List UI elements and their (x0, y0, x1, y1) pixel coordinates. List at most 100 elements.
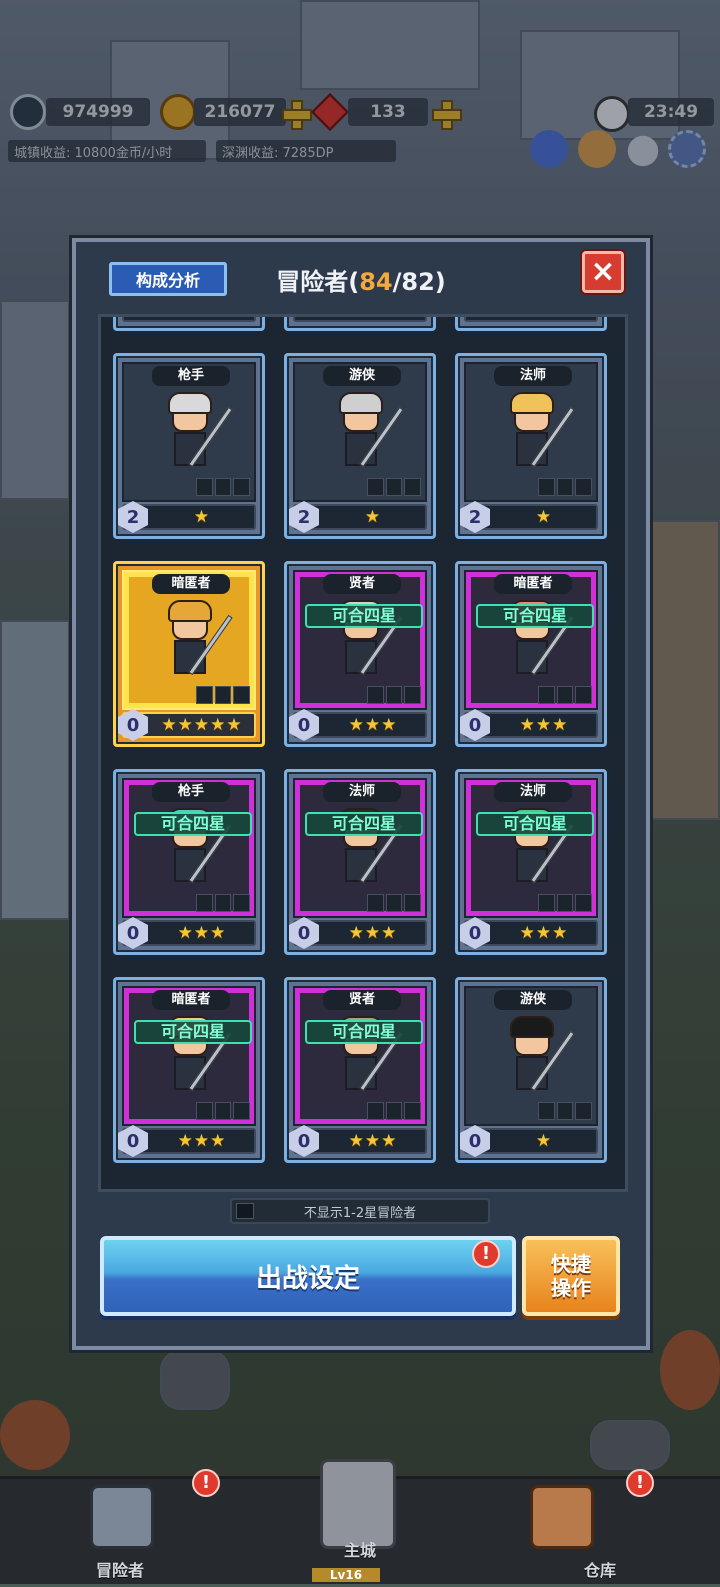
class-label: 法师 (494, 366, 572, 386)
portrait-frame: 法师 (464, 362, 598, 502)
panel-title: 冒险者(84/82) (76, 262, 646, 297)
checkbox[interactable] (236, 1203, 254, 1219)
close-button[interactable]: × (582, 251, 624, 293)
boots-slot-icon (404, 478, 422, 496)
card-footer: 2 ★ (460, 501, 598, 533)
weapon-slot-icon (538, 1102, 555, 1120)
adventurer-card[interactable]: 贤者 可合四星 0 ★★★ (284, 561, 436, 747)
equipment-slots (196, 894, 251, 912)
portrait-frame: 暗匿者 可合四星 (122, 986, 256, 1126)
warehouse-icon (530, 1485, 594, 1549)
adventurer-grid[interactable]: 枪手 2 ★ 游侠 2 ★ 法师 2 ★ 暗匿者 0 ★★★★★ 贤者 可合四星 0 ★★★ 暗匿者 可合四星 0 ★… (98, 314, 628, 1192)
level-badge: 0 (460, 1125, 490, 1157)
level-badge: 0 (118, 917, 148, 949)
alert-icon: ! (626, 1469, 654, 1497)
boots-slot-icon (233, 478, 251, 496)
card-footer: 2 ★ (289, 501, 427, 533)
weapon-slot-icon (196, 894, 213, 912)
boots-slot-icon (575, 1102, 593, 1120)
adventurer-panel: 构成分析 冒险者(84/82) × 枪手 2 ★ 游侠 2 ★ 法师 2 ★ 暗匿者 0 ★★★★★ 贤… (72, 238, 650, 1350)
quick-label-line2: 操作 (551, 1276, 591, 1300)
adventurer-card[interactable]: 暗匿者 0 ★★★★★ (113, 561, 265, 747)
adventurer-sprite (504, 1016, 575, 1102)
adventurer-card[interactable]: 暗匿者 可合四星 0 ★★★ (113, 977, 265, 1163)
boots-slot-icon (575, 894, 593, 912)
star-rating: ★★★ (519, 715, 569, 735)
level-badge: 0 (289, 709, 319, 741)
merge-badge: 可合四星 (476, 604, 594, 628)
star-rating: ★★★ (519, 923, 569, 943)
adventurer-card[interactable]: 贤者 可合四星 0 ★★★ (284, 977, 436, 1163)
adventurer-card-partial[interactable] (284, 317, 436, 331)
level-badge: 2 (118, 501, 148, 533)
class-label: 游侠 (494, 990, 572, 1010)
merge-badge: 可合四星 (305, 812, 423, 836)
card-footer: 0 ★★★ (289, 709, 427, 741)
armor-slot-icon (214, 478, 232, 496)
adventurer-card-partial[interactable] (113, 317, 265, 331)
knight-helmet-icon (90, 1485, 154, 1549)
armor-slot-icon (214, 894, 232, 912)
weapon-slot-icon (367, 478, 384, 496)
boots-slot-icon (575, 478, 593, 496)
portrait-frame: 游侠 (293, 362, 427, 502)
armor-slot-icon (556, 686, 574, 704)
adventurer-card[interactable]: 游侠 2 ★ (284, 353, 436, 539)
card-footer: 0 ★★★ (289, 917, 427, 949)
level-badge: 0 (289, 1125, 319, 1157)
adventurer-card[interactable]: 法师可合四星 0 ★★★ (284, 769, 436, 955)
level-badge: 2 (460, 501, 490, 533)
merge-badge: 可合四星 (134, 1020, 252, 1044)
portrait-frame: 暗匿者 可合四星 (464, 570, 598, 710)
level-badge: 0 (118, 1125, 148, 1157)
sprite-hair (510, 392, 554, 414)
alert-icon: ! (472, 1240, 500, 1268)
star-rating: ★★★ (177, 1131, 227, 1151)
nav-adventurers[interactable]: ! 冒险者 (0, 1469, 240, 1587)
hide-low-star-toggle[interactable]: 不显示1-2星冒险者 (230, 1198, 490, 1224)
merge-badge: 可合四星 (476, 812, 594, 836)
sprite-hair (168, 600, 212, 622)
armor-slot-icon (214, 1102, 232, 1120)
nav-warehouse[interactable]: ! 仓库 (480, 1469, 720, 1587)
card-footer: 0 ★★★ (460, 709, 598, 741)
star-rating: ★ (193, 507, 211, 527)
card-footer: 0 ★★★★★ (118, 709, 256, 741)
star-rating: ★★★ (348, 923, 398, 943)
armor-slot-icon (385, 894, 403, 912)
adventurer-card[interactable]: 法师 2 ★ (455, 353, 607, 539)
weapon-slot-icon (367, 1102, 384, 1120)
class-label: 法师 (323, 782, 401, 802)
adventurer-card[interactable]: 枪手 2 ★ (113, 353, 265, 539)
nav-main-city-label: 主城 (343, 1541, 376, 1560)
adventurer-card[interactable]: 枪手 可合四星 0 ★★★ (113, 769, 265, 955)
deploy-settings-button[interactable]: 出战设定 (100, 1236, 516, 1316)
adventurer-card-partial[interactable] (455, 317, 607, 331)
portrait-frame: 枪手 可合四星 (122, 778, 256, 918)
nav-adventurers-label: 冒险者 (95, 1561, 144, 1580)
level-badge: 0 (460, 709, 490, 741)
sprite-hair (168, 392, 212, 414)
deploy-label: 出战设定 (255, 1263, 360, 1294)
weapon-slot-icon (367, 686, 384, 704)
boots-slot-icon (575, 686, 593, 704)
toggle-label: 不显示1-2星冒险者 (303, 1205, 417, 1221)
star-rating: ★ (535, 507, 553, 527)
weapon-slot-icon (196, 1102, 213, 1120)
star-rating: ★ (535, 1131, 553, 1151)
adventurer-card[interactable]: 暗匿者 可合四星 0 ★★★ (455, 561, 607, 747)
star-rating: ★★★ (177, 923, 227, 943)
title-prefix: 冒险者( (276, 268, 360, 296)
class-label: 贤者 (323, 574, 401, 594)
level-badge: 0 (118, 709, 148, 741)
adventurer-card[interactable]: 游侠 0 ★ (455, 977, 607, 1163)
equipment-slots (538, 478, 593, 496)
card-footer (293, 317, 427, 322)
equipment-slots (367, 1102, 422, 1120)
equipment-slots (367, 686, 422, 704)
equipment-slots (196, 1102, 251, 1120)
quick-operation-button[interactable]: 快捷 操作 (522, 1236, 620, 1316)
level-badge: 2 (289, 501, 319, 533)
class-label: 暗匿者 (152, 990, 230, 1010)
adventurer-card[interactable]: 法师 可合四星 0 ★★★ (455, 769, 607, 955)
